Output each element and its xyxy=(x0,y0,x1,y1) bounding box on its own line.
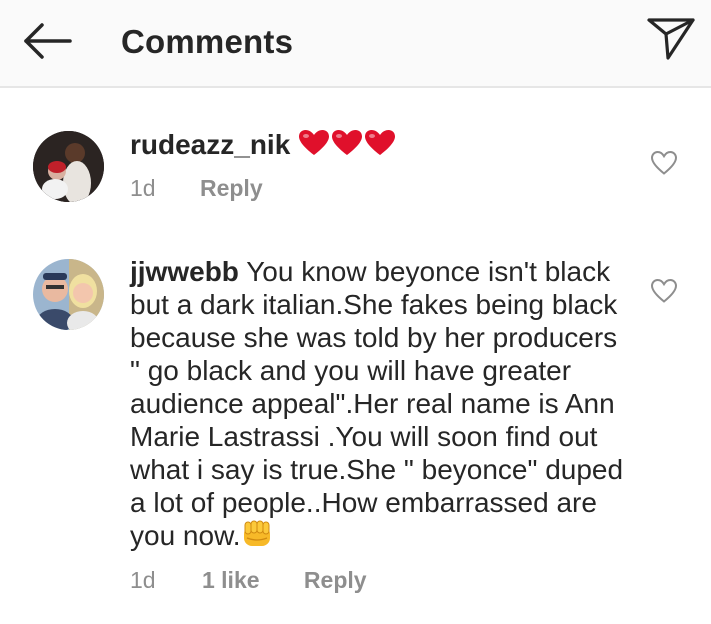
comment-meta: 1d Reply xyxy=(130,174,263,202)
comment-username[interactable]: rudeazz_nik xyxy=(130,129,290,160)
comment-body: You know beyonce isn't black but a dark … xyxy=(130,256,624,551)
avatar[interactable] xyxy=(33,259,104,330)
heart-outline-icon[interactable] xyxy=(650,150,678,176)
comment-time: 1d xyxy=(130,567,156,593)
page-title: Comments xyxy=(121,23,294,60)
likes-count-button[interactable]: 1 like xyxy=(202,566,260,594)
heart-outline-icon[interactable] xyxy=(650,278,678,304)
avatar-image xyxy=(33,131,104,202)
header-bar: Comments xyxy=(0,0,711,88)
reply-button[interactable]: Reply xyxy=(200,174,263,202)
reply-button[interactable]: Reply xyxy=(304,566,367,594)
comment-time: 1d xyxy=(130,175,156,201)
paper-plane-icon[interactable] xyxy=(646,16,696,62)
three-red-hearts-icon xyxy=(299,130,396,155)
arrow-left-icon[interactable] xyxy=(22,21,74,61)
oncoming-fist-icon xyxy=(243,520,270,546)
comment-meta: 1d 1 like Reply xyxy=(130,566,367,594)
comment-username[interactable]: jjwwebb xyxy=(130,256,239,287)
avatar-image xyxy=(33,259,104,330)
avatar[interactable] xyxy=(33,131,104,202)
